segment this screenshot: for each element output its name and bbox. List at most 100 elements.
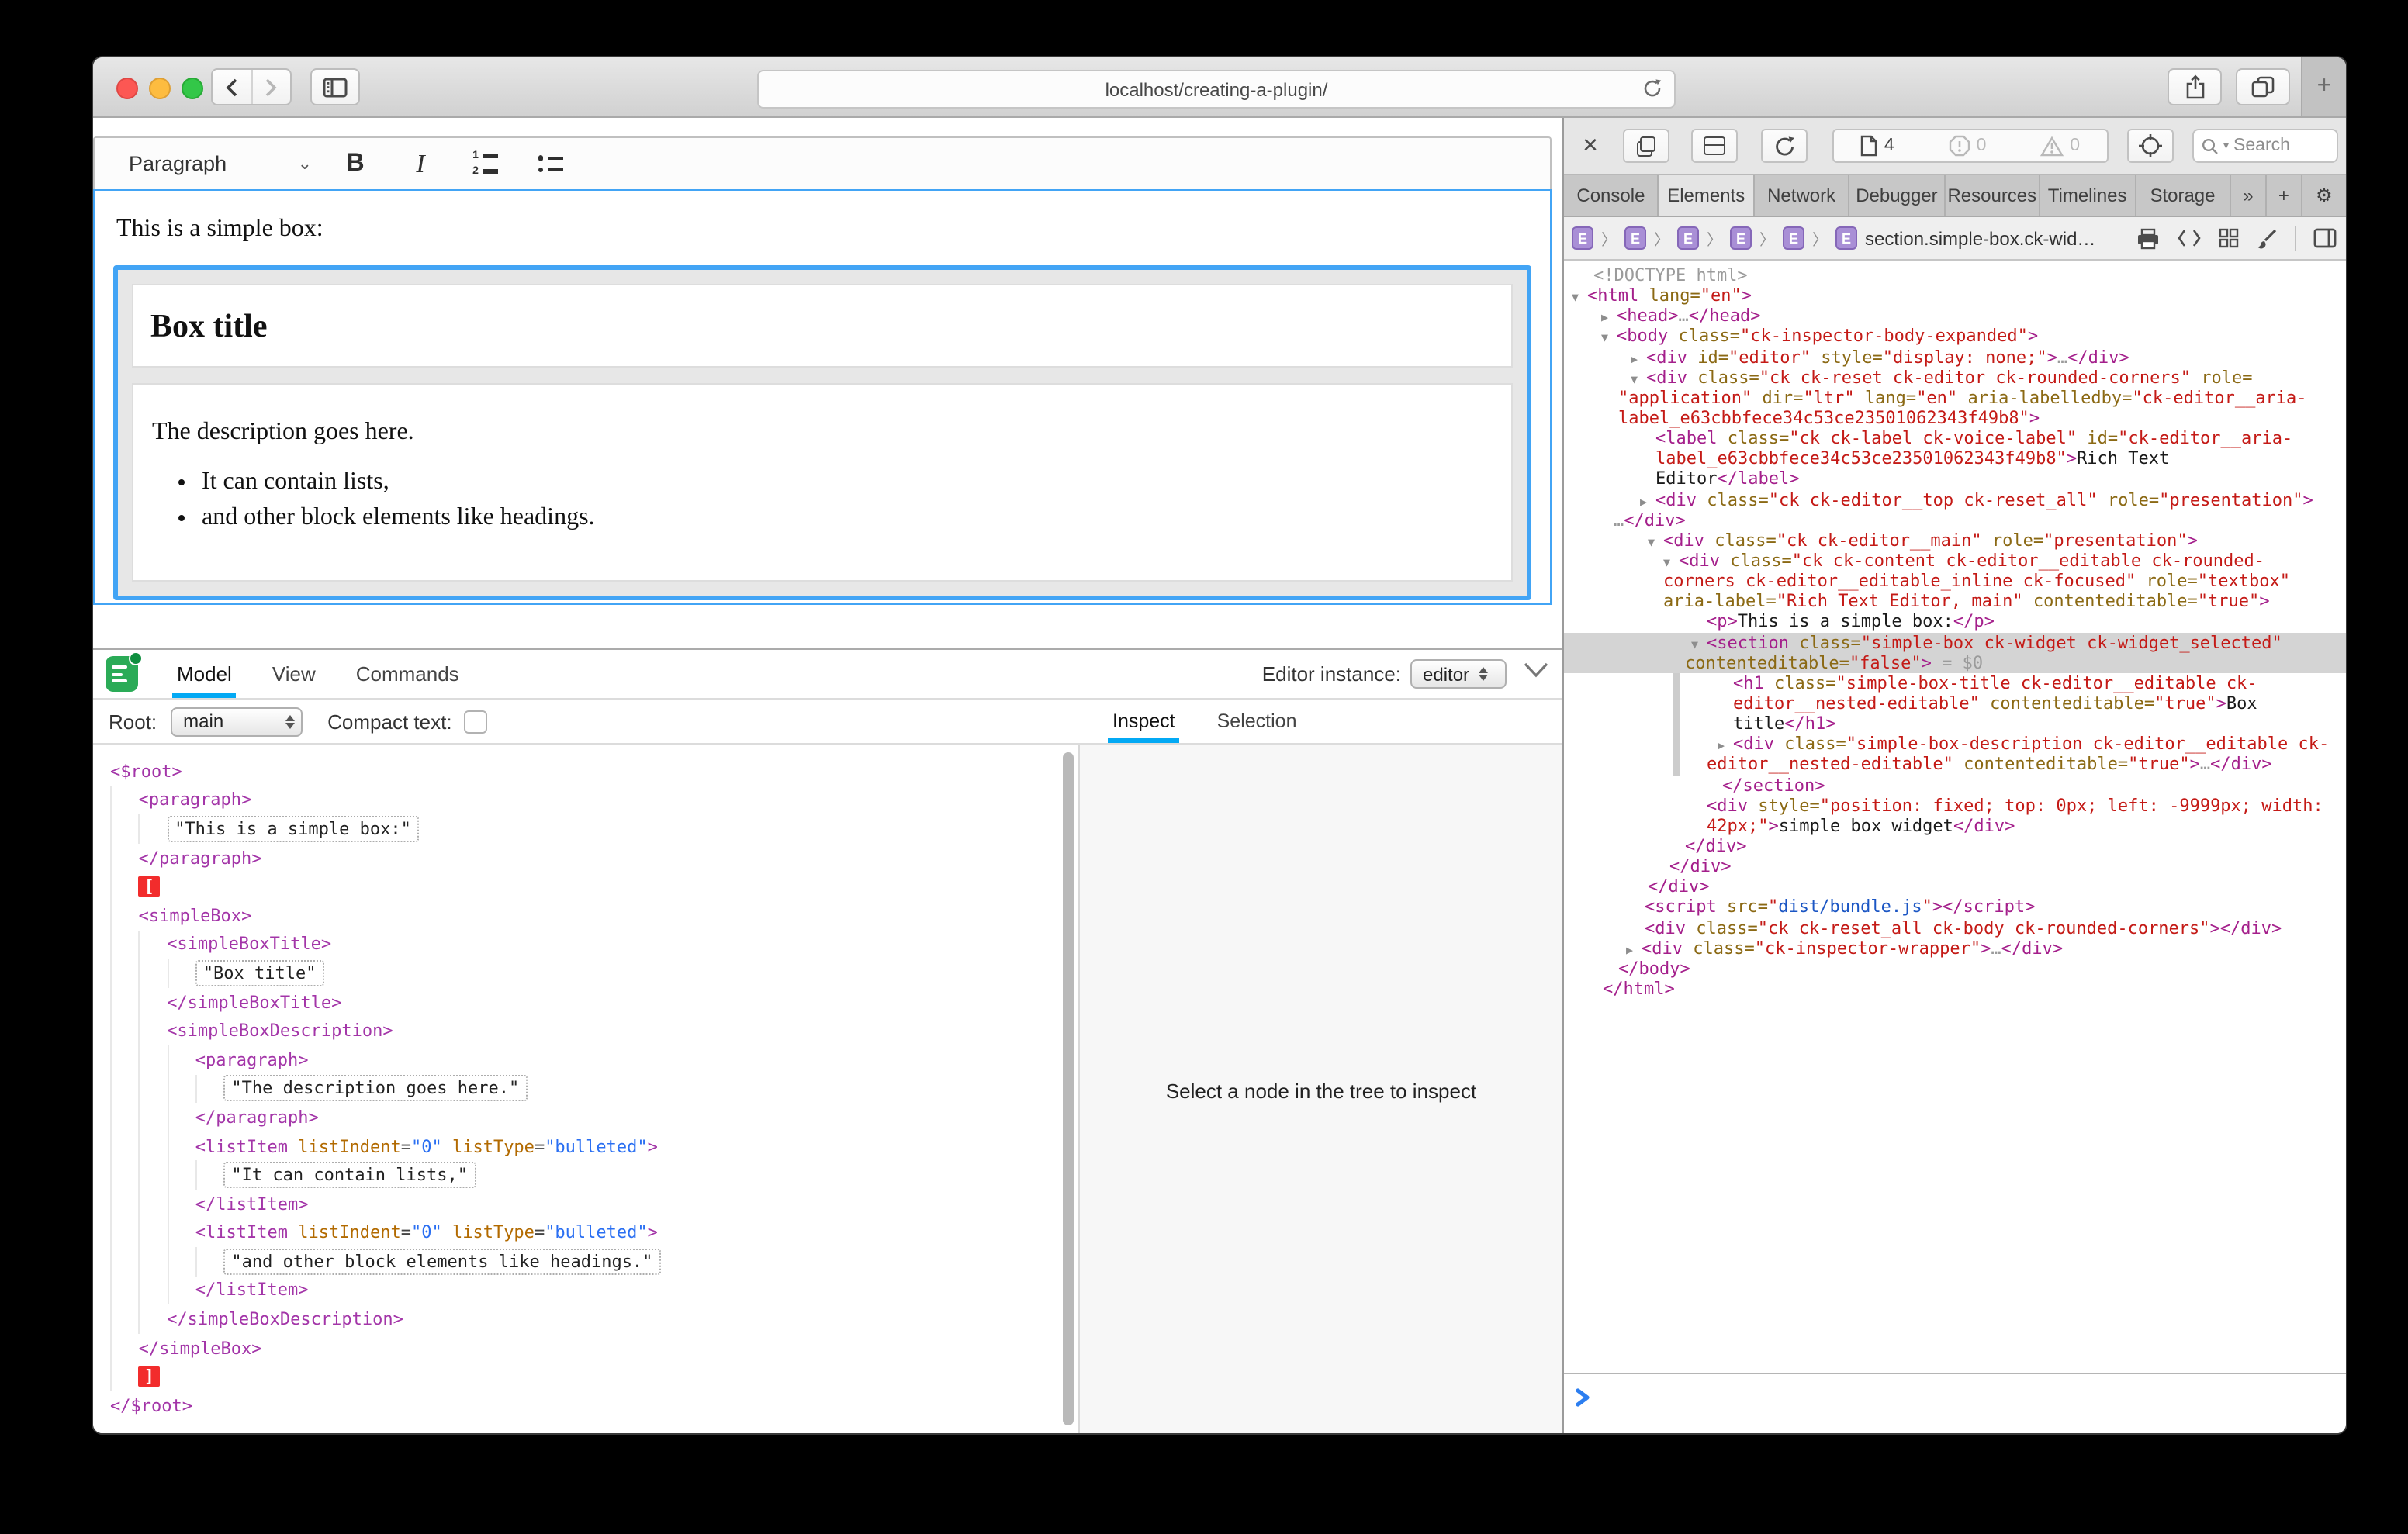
tab-view[interactable]: View [272,650,316,698]
dom-tree[interactable]: <!DOCTYPE html>▼<html lang="en">▶<head>…… [1564,257,2346,1374]
search-field[interactable]: ▾ Search [2192,129,2338,163]
warnings-badge[interactable]: 0 [2040,136,2080,156]
model-tree-row[interactable]: <listItem listIndent="0" listType="bulle… [110,1131,1094,1160]
model-text-node[interactable]: "This is a simple box:" [167,816,419,842]
new-tab-button[interactable]: + [2301,57,2346,116]
close-button[interactable] [116,78,138,99]
dom-tree-row[interactable]: <h1 class="simple-box-title ck-editor__e… [1564,673,2346,693]
devtools-tab-debugger[interactable]: Debugger [1850,175,1946,216]
dom-tree-row[interactable]: ▼<html lang="en"> [1564,285,2346,306]
devtools-tab-storage[interactable]: Storage [2136,175,2231,216]
more-tabs-icon[interactable]: » [2231,175,2267,216]
model-tree-row[interactable]: [ [110,872,1094,901]
share-button[interactable] [2168,68,2222,105]
devtools-tab-network[interactable]: Network [1755,175,1850,216]
triangle-down-icon[interactable]: ▼ [1663,552,1679,572]
dom-tree-row[interactable]: aria-label="Rich Text Editor, main" cont… [1564,592,2346,612]
bulleted-list-button[interactable] [529,143,573,184]
dom-tree-row[interactable]: <script src="dist/bundle.js"></script> [1564,897,2346,917]
element-crumb-icon[interactable]: E [1835,226,1857,250]
dom-tree-row[interactable]: </div> [1564,856,2346,876]
model-tree-row[interactable]: "Box title" [110,959,1094,987]
model-tree-row[interactable]: "This is a simple box:" [110,814,1094,843]
tab-inspect[interactable]: Inspect [1112,700,1175,743]
dom-tree-row[interactable]: ▶<div class="ck-inspector-wrapper">…</di… [1564,938,2346,958]
devtools-tab-console[interactable]: Console [1564,175,1659,216]
model-text-node[interactable]: "It can contain lists," [223,1162,476,1188]
italic-button[interactable]: I [399,143,442,184]
model-tree-row[interactable]: </listItem> [110,1190,1094,1218]
dom-tree-row[interactable]: label_e63cbbfece34c53ce23501062343f49b8"… [1564,408,2346,428]
editor-instance-select[interactable]: editor [1410,659,1507,689]
current-crumb-label[interactable]: section.simple-box.ck-wid… [1865,227,2095,249]
triangle-down-icon[interactable]: ▼ [1691,634,1707,654]
dom-tree-row[interactable]: contenteditable="false"> = $0 [1564,652,2346,672]
dom-tree-row[interactable]: "application" dir="ltr" lang="en" aria-l… [1564,388,2346,408]
element-crumb-icon[interactable]: E [1624,226,1646,250]
model-tree-row[interactable]: </simpleBox> [110,1334,1094,1363]
dom-tree-row[interactable]: ▼<div class="ck ck-editor__main" role="p… [1564,530,2346,551]
model-tree-row[interactable]: </simpleBoxTitle> [110,988,1094,1017]
triangle-down-icon[interactable]: ▼ [1648,532,1663,552]
dom-tree-row[interactable]: ▶<head>…</head> [1564,306,2346,326]
model-tree-row[interactable]: <simpleBoxDescription> [110,1017,1094,1045]
triangle-right-icon[interactable]: ▶ [1626,939,1642,959]
dom-tree-row[interactable]: <p>This is a simple box:</p> [1564,612,2346,632]
model-tree-row[interactable]: <paragraph> [110,1045,1094,1074]
paintbrush-icon[interactable] [2256,227,2278,249]
heading-dropdown[interactable]: Paragraph ⌄ [129,152,312,175]
reload-button[interactable] [1642,78,1663,99]
model-tree-row[interactable]: <simpleBoxTitle> [110,930,1094,959]
tab-model[interactable]: Model [177,650,232,698]
element-crumb-icon[interactable]: E [1572,226,1593,250]
devtools-tab-elements[interactable]: Elements [1659,175,1755,216]
dom-tree-row[interactable]: editor__nested-editable" contenteditable… [1564,755,2346,775]
compact-text-checkbox[interactable] [465,710,488,733]
simple-box-description[interactable]: The description goes here. It can contai… [132,383,1513,582]
close-inspector-button[interactable]: ✕ [1576,133,1604,158]
model-tree-row[interactable]: </paragraph> [110,1103,1094,1131]
triangle-right-icon[interactable]: ▶ [1631,348,1646,368]
dom-tree-row[interactable]: ▼<div class="ck ck-reset ck-editor ck-ro… [1564,367,2346,387]
settings-gear-icon[interactable]: ⚙ [2302,175,2346,216]
tab-commands[interactable]: Commands [356,650,459,698]
model-tree-scrollbar[interactable] [1063,752,1074,1425]
dom-tree-row[interactable]: title</h1> [1564,713,2346,734]
dom-tree-row[interactable]: label_e63cbbfece34c53ce23501062343f49b8"… [1564,449,2346,469]
description-text[interactable]: The description goes here. [152,419,1493,447]
model-tree[interactable]: <$root><paragraph>"This is a simple box:… [93,745,1094,1433]
dom-tree-row[interactable]: <!DOCTYPE html> [1564,265,2346,285]
page-resources-badge[interactable]: 4 [1861,135,1894,157]
model-tree-row[interactable]: ] [110,1363,1094,1391]
dom-tree-row[interactable]: <div style="position: fixed; top: 0px; l… [1564,795,2346,815]
details-sidebar-icon[interactable] [2313,228,2337,248]
forward-button[interactable] [251,70,290,104]
dom-tree-row[interactable]: <div class="ck ck-reset_all ck-body ck-r… [1564,917,2346,938]
collapse-inspector-button[interactable] [1522,661,1550,679]
dom-tree-row[interactable]: ▼<div class="ck ck-content ck-editor__ed… [1564,551,2346,571]
element-picker-button[interactable] [2127,129,2174,163]
simple-box-widget[interactable]: Box title The description goes here. It … [113,265,1531,600]
address-bar[interactable]: localhost/creating-a-plugin/ [757,70,1676,109]
dom-tree-row[interactable]: </section> [1564,775,2346,795]
model-tree-row[interactable]: <listItem listIndent="0" listType="bulle… [110,1218,1094,1247]
reload-page-button[interactable] [1761,129,1808,163]
model-text-node[interactable]: "The description goes here." [223,1076,527,1102]
list-item[interactable]: It can contain lists, [202,468,1493,496]
dom-tree-row[interactable]: ▶<div class="simple-box-description ck-e… [1564,734,2346,754]
devtools-tab-resources[interactable]: Resources [1945,175,2040,216]
triangle-right-icon[interactable]: ▶ [1640,491,1656,511]
editor-paragraph[interactable]: This is a simple box: [116,216,1531,244]
editor-editable[interactable]: This is a simple box: Box title The desc… [93,189,1552,605]
zoom-button[interactable] [182,78,203,99]
dom-tree-row[interactable]: </div> [1564,876,2346,897]
model-tree-row[interactable]: </$root> [110,1391,1094,1420]
model-tree-row[interactable]: "The description goes here." [110,1074,1094,1103]
dom-tree-row[interactable]: editor__nested-editable" contenteditable… [1564,693,2346,713]
model-tree-row[interactable]: "It can contain lists," [110,1161,1094,1190]
dom-tree-row[interactable]: </html> [1564,979,2346,999]
triangle-down-icon[interactable]: ▼ [1601,328,1617,348]
model-text-node[interactable]: "Box title" [195,960,324,986]
add-tab-icon[interactable]: + [2267,175,2302,216]
dom-tree-row[interactable]: 42px;">simple box widget</div> [1564,816,2346,836]
